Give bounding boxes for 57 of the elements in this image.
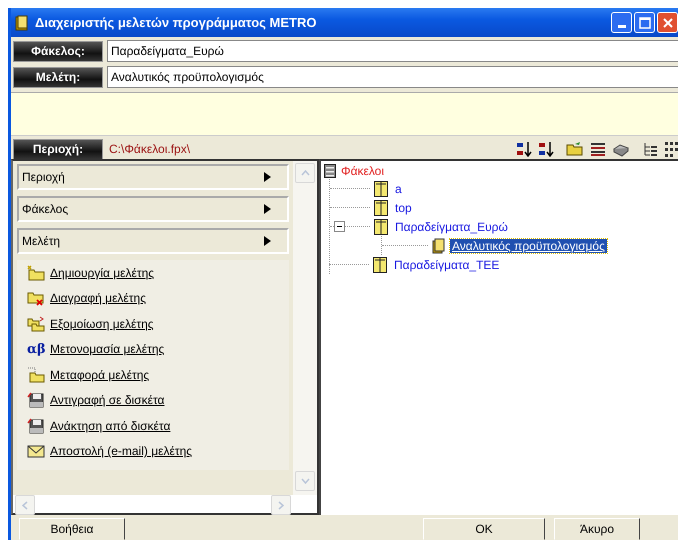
tree-item[interactable]: top	[393, 200, 414, 214]
minimize-button[interactable]	[611, 12, 632, 33]
grid-icon[interactable]	[664, 141, 678, 157]
window-title: Διαχειριστής μελετών προγράμματος METRO	[35, 15, 316, 30]
book-icon	[374, 200, 388, 216]
area-path: C:\Φάκελοι.fpx\	[109, 142, 190, 156]
minimize-icon	[618, 25, 626, 28]
tree-root[interactable]: Φάκελοι	[341, 164, 384, 178]
menu-link[interactable]: Μετονομασία μελέτης	[50, 342, 164, 356]
close-button[interactable]	[657, 12, 678, 33]
tree-item[interactable]: Παραδείγματα_ΤΕΕ	[392, 258, 502, 272]
menu-link[interactable]: Αντιγραφή σε δισκέτα	[50, 393, 164, 408]
new-folder-icon	[27, 264, 45, 281]
folder-icon	[27, 366, 45, 383]
menu-link[interactable]: Αποστολή (e-mail) μελέτης	[50, 444, 192, 458]
notebook-icon	[15, 14, 29, 30]
menu-link[interactable]: Ανάκτηση από δισκέτα	[50, 418, 170, 433]
menu-link[interactable]: Διαγραφή μελέτης	[50, 291, 146, 306]
maximize-icon	[638, 16, 650, 28]
folders-icon	[27, 316, 45, 332]
input-field[interactable]: Παραδείγματα_Ευρώ	[107, 40, 678, 62]
collapse-toggle[interactable]	[334, 221, 345, 232]
book-icon	[374, 218, 388, 234]
book-icon	[373, 256, 387, 272]
menu-header[interactable]: Περιοχή	[17, 164, 290, 190]
list-icon[interactable]	[590, 141, 606, 157]
rename-icon: αβ	[27, 342, 45, 357]
sort-descending-icon[interactable]	[538, 141, 554, 157]
close-icon	[662, 16, 674, 28]
menu-link[interactable]: Μεταφορά μελέτης	[50, 368, 150, 382]
ok-button[interactable]: OK	[423, 518, 545, 540]
tree-item[interactable]: Παραδείγματα_Ευρώ	[393, 220, 510, 234]
help-button[interactable]: Βοήθεια	[19, 518, 125, 540]
tree-icon[interactable]	[642, 141, 658, 157]
tree-item[interactable]: a	[393, 182, 404, 196]
menu-link[interactable]: Δημιουργία μελέτης	[50, 266, 154, 280]
maximize-button[interactable]	[634, 12, 655, 33]
menu-link[interactable]: Εξομοίωση μελέτης	[50, 316, 154, 331]
submenu-arrow-icon	[264, 204, 272, 214]
notebook-icon	[432, 238, 445, 254]
field-label: Φάκελος:	[13, 40, 103, 62]
book-icon	[374, 180, 388, 196]
cabinet-icon	[324, 164, 336, 178]
tree-item[interactable]: Αναλυτικός προϋπολογισμός	[450, 238, 607, 252]
cancel-button[interactable]: Άκυρο	[554, 518, 640, 540]
submenu-arrow-icon	[264, 172, 272, 182]
menu-header[interactable]: Φάκελος	[17, 196, 290, 222]
folder-delete-icon	[27, 290, 45, 306]
folder-icon[interactable]	[566, 141, 584, 157]
input-field[interactable]: Αναλυτικός προϋπολογισμός	[107, 66, 678, 88]
field-label: Μελέτη:	[13, 66, 103, 88]
submenu-arrow-icon	[264, 236, 272, 246]
envelope-icon	[27, 444, 45, 458]
minus-icon	[336, 223, 343, 230]
area-label: Περιοχή:	[13, 138, 103, 160]
sort-ascending-icon[interactable]	[516, 141, 532, 157]
menu-header[interactable]: Μελέτη	[17, 228, 290, 254]
